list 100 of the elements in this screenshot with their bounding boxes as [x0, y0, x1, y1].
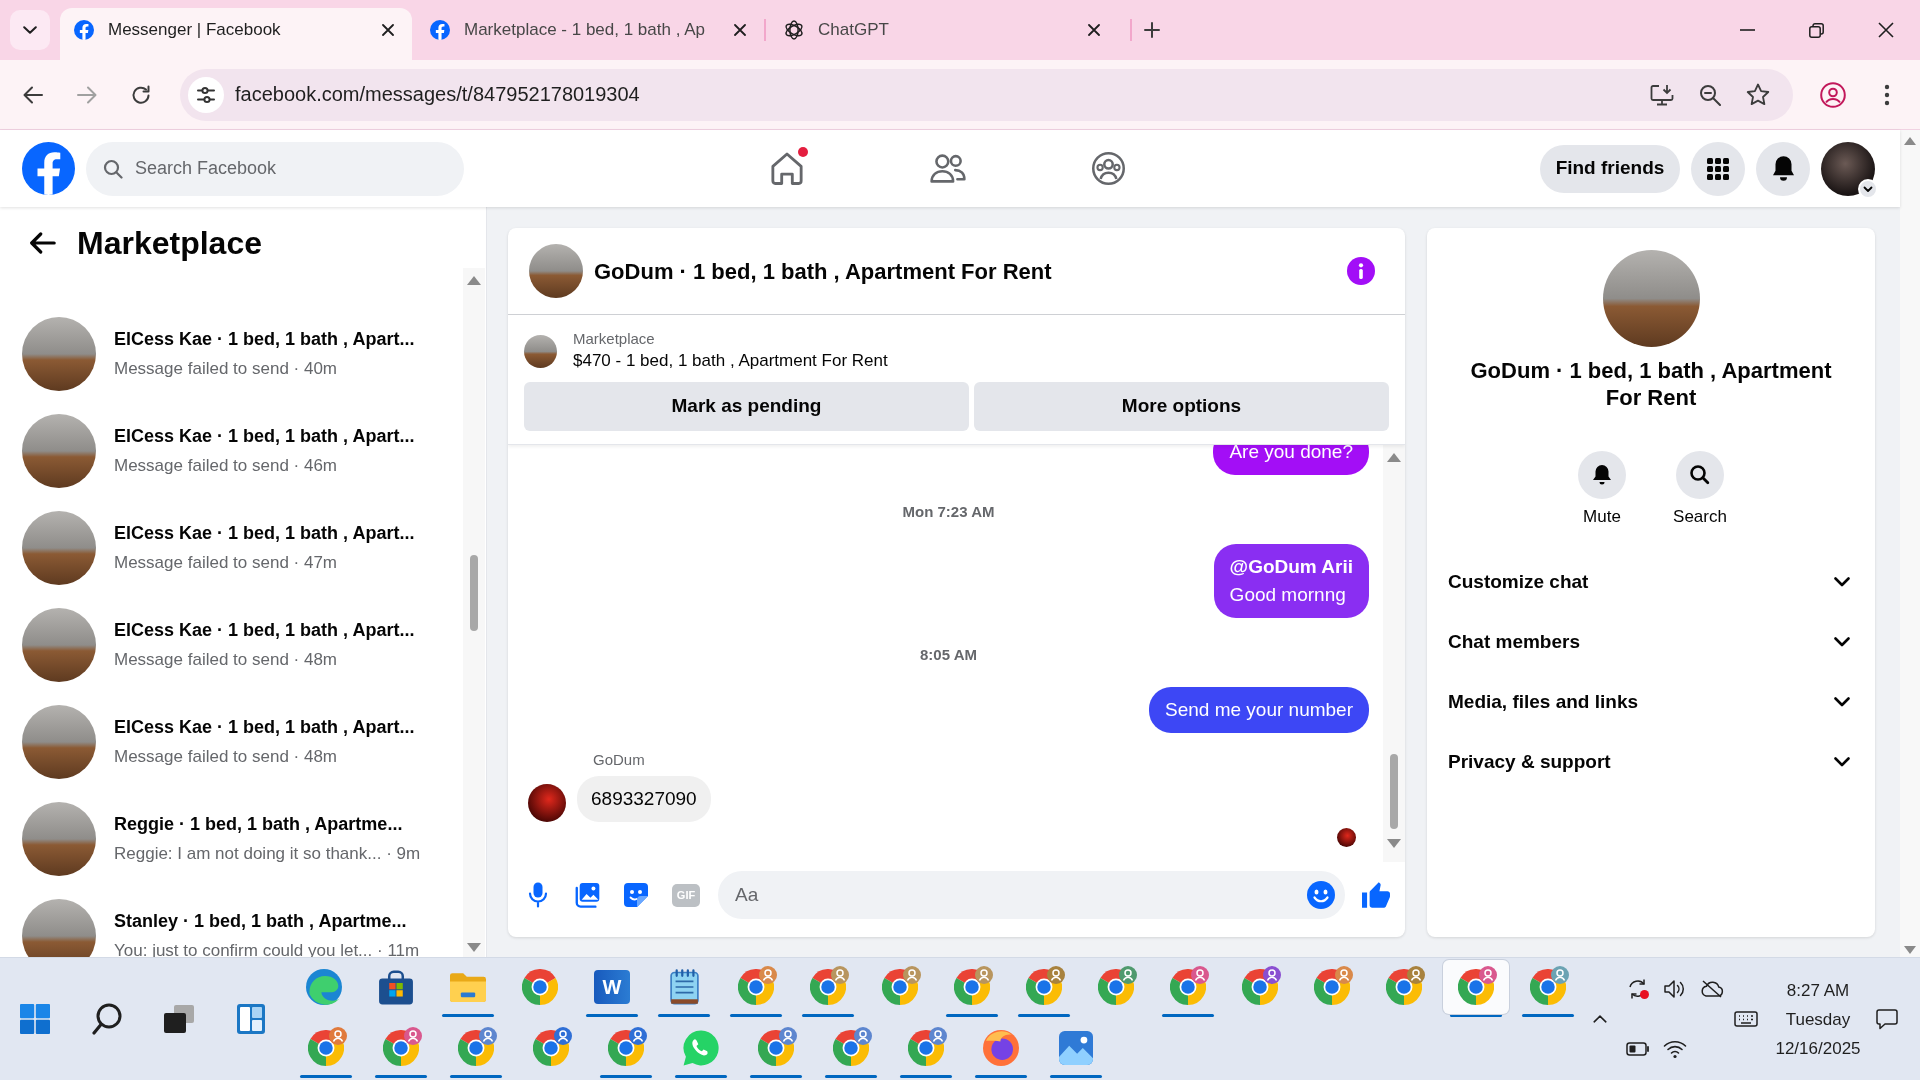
- conversation-preview: Message failed to send · 47m: [114, 551, 338, 574]
- mark-pending-button[interactable]: Mark as pending: [524, 382, 969, 431]
- scroll-up-icon[interactable]: [467, 276, 481, 285]
- section-toggle[interactable]: Chat members: [1427, 612, 1875, 672]
- section-toggle[interactable]: Customize chat: [1427, 552, 1875, 612]
- chevron-up-icon[interactable]: [1593, 1015, 1607, 1023]
- message-bubble: Are you done?: [1213, 445, 1369, 475]
- four-squares-icon[interactable]: [20, 1004, 50, 1034]
- scroll-up-icon[interactable]: [1387, 453, 1401, 462]
- grid-icon: [1707, 157, 1729, 180]
- scrollbar-thumb[interactable]: [1390, 754, 1398, 829]
- sidebar-title: Marketplace: [77, 223, 262, 263]
- cloud-off-icon[interactable]: [1699, 979, 1724, 999]
- message-bubble: Send me your number: [1149, 687, 1369, 733]
- conversation-title[interactable]: ElCess Kae · 1 bed, 1 bath , Apart...: [114, 421, 415, 451]
- conversation-preview: Message failed to send · 48m: [114, 745, 338, 768]
- conversation-title[interactable]: ElCess Kae · 1 bed, 1 bath , Apart...: [114, 324, 415, 354]
- find-friends-button[interactable]: Find friends: [1540, 144, 1680, 193]
- microphone-icon[interactable]: [528, 882, 548, 908]
- more-options-icon[interactable]: [1884, 83, 1890, 106]
- info-icon[interactable]: [1347, 257, 1375, 285]
- close-icon[interactable]: [382, 24, 394, 36]
- site-settings-icon[interactable]: [188, 76, 224, 113]
- widget-panel-icon[interactable]: [237, 1004, 265, 1034]
- menu-button[interactable]: [1691, 141, 1745, 196]
- stacked-squares-icon[interactable]: [164, 1005, 194, 1033]
- search-button[interactable]: Search: [1660, 451, 1740, 528]
- scrollbar-thumb[interactable]: [470, 555, 478, 631]
- restore-icon[interactable]: [1809, 22, 1824, 38]
- smiley-icon[interactable]: [1307, 881, 1335, 909]
- search-icon: [103, 158, 123, 179]
- reload-icon[interactable]: [131, 84, 151, 105]
- close-icon[interactable]: [1877, 22, 1894, 38]
- browser-icon: [982, 1030, 1019, 1066]
- logo-icon: [430, 20, 450, 40]
- section-toggle[interactable]: Privacy & support: [1427, 732, 1875, 792]
- browser-tab[interactable]: Messenger | Facebook: [60, 8, 412, 60]
- notifications-button[interactable]: [1756, 141, 1810, 196]
- listing-title[interactable]: $470 - 1 bed, 1 bath , Apartment For Rent: [573, 349, 888, 373]
- folder-icon: [450, 972, 486, 1002]
- mute-button[interactable]: Mute: [1562, 451, 1642, 528]
- speech-bubble-icon[interactable]: [1876, 1008, 1898, 1030]
- close-icon[interactable]: [734, 24, 746, 36]
- message-timestamp: Mon 7:23 AM: [902, 502, 995, 522]
- address-bar[interactable]: facebook.com/messages/t/847952178019304: [180, 68, 1793, 121]
- browser-tab[interactable]: ChatGPT: [766, 8, 1118, 60]
- close-icon[interactable]: [1088, 24, 1100, 36]
- search-icon[interactable]: [92, 1003, 122, 1035]
- sticker-icon[interactable]: [624, 883, 648, 907]
- conversation-preview: Message failed to send · 40m: [114, 357, 338, 380]
- conversation-title[interactable]: Stanley · 1 bed, 1 bath , Apartme...: [114, 906, 420, 936]
- more-options-button[interactable]: More options: [974, 382, 1389, 431]
- tab-search-button[interactable]: [10, 10, 50, 50]
- section-toggle[interactable]: Media, files and links: [1427, 672, 1875, 732]
- people-icon[interactable]: [929, 154, 966, 183]
- image-icon[interactable]: [574, 882, 600, 908]
- chat-title: GoDum · 1 bed, 1 bath , Apartment For Rent: [594, 257, 1053, 286]
- profile-avatar[interactable]: [1821, 141, 1875, 196]
- conversation-title[interactable]: Reggie · 1 bed, 1 bath , Apartme...: [114, 809, 421, 839]
- back-arrow-icon[interactable]: [23, 85, 43, 104]
- bell-icon: [1772, 156, 1794, 181]
- message-field[interactable]: Aa: [718, 871, 1345, 919]
- taskbar-button[interactable]: [1443, 960, 1509, 1014]
- message-timestamp: 8:05 AM: [920, 645, 977, 665]
- browser-tab[interactable]: Marketplace - 1 bed, 1 bath , Ap: [412, 8, 764, 60]
- conversation-title[interactable]: ElCess Kae · 1 bed, 1 bath , Apart...: [114, 518, 415, 548]
- conversation-title[interactable]: ElCess Kae · 1 bed, 1 bath , Apart...: [114, 615, 415, 645]
- notepad-icon: [669, 969, 699, 1005]
- search-field[interactable]: Search Facebook: [86, 141, 464, 196]
- group-circle-icon[interactable]: [1092, 152, 1125, 185]
- install-screen-icon[interactable]: [1650, 83, 1674, 106]
- mountain-picture-icon: [1058, 1031, 1093, 1065]
- logo-icon: [74, 20, 94, 40]
- clock-day[interactable]: Tuesday: [1785, 1004, 1851, 1034]
- chevron-down-icon[interactable]: [1858, 178, 1878, 199]
- sender-name: GoDum: [593, 751, 645, 769]
- volume-icon[interactable]: [1662, 979, 1687, 999]
- plus-icon[interactable]: [1144, 22, 1160, 38]
- wifi-icon[interactable]: [1662, 1039, 1687, 1059]
- home-icon[interactable]: [770, 152, 803, 185]
- listing-source: Marketplace: [573, 329, 656, 349]
- clock-date[interactable]: 12/16/2025: [1775, 1033, 1861, 1063]
- scroll-down-icon[interactable]: [467, 943, 481, 952]
- message-bubble: @GoDum Arii Good mornng: [1213, 544, 1369, 618]
- star-icon[interactable]: [1746, 83, 1770, 106]
- avatar-photo: [529, 244, 583, 298]
- clock-time[interactable]: 8:27 AM: [1786, 975, 1850, 1005]
- conversation-title[interactable]: ElCess Kae · 1 bed, 1 bath , Apart...: [114, 712, 415, 742]
- zoom-out-icon[interactable]: [1699, 83, 1721, 106]
- profile-icon[interactable]: [1820, 81, 1846, 108]
- avatar-photo: [524, 334, 557, 368]
- keyboard-icon[interactable]: [1734, 1011, 1758, 1027]
- battery-icon[interactable]: [1625, 1042, 1650, 1056]
- logo-icon[interactable]: [22, 142, 75, 195]
- scroll-down-icon[interactable]: [1904, 946, 1916, 954]
- scroll-up-icon[interactable]: [1904, 137, 1916, 145]
- taskbar-button[interactable]: W: [579, 960, 645, 1014]
- back-arrow-icon[interactable]: [30, 231, 56, 254]
- thumbs-up-icon[interactable]: [1362, 882, 1390, 908]
- scroll-down-icon[interactable]: [1387, 839, 1401, 848]
